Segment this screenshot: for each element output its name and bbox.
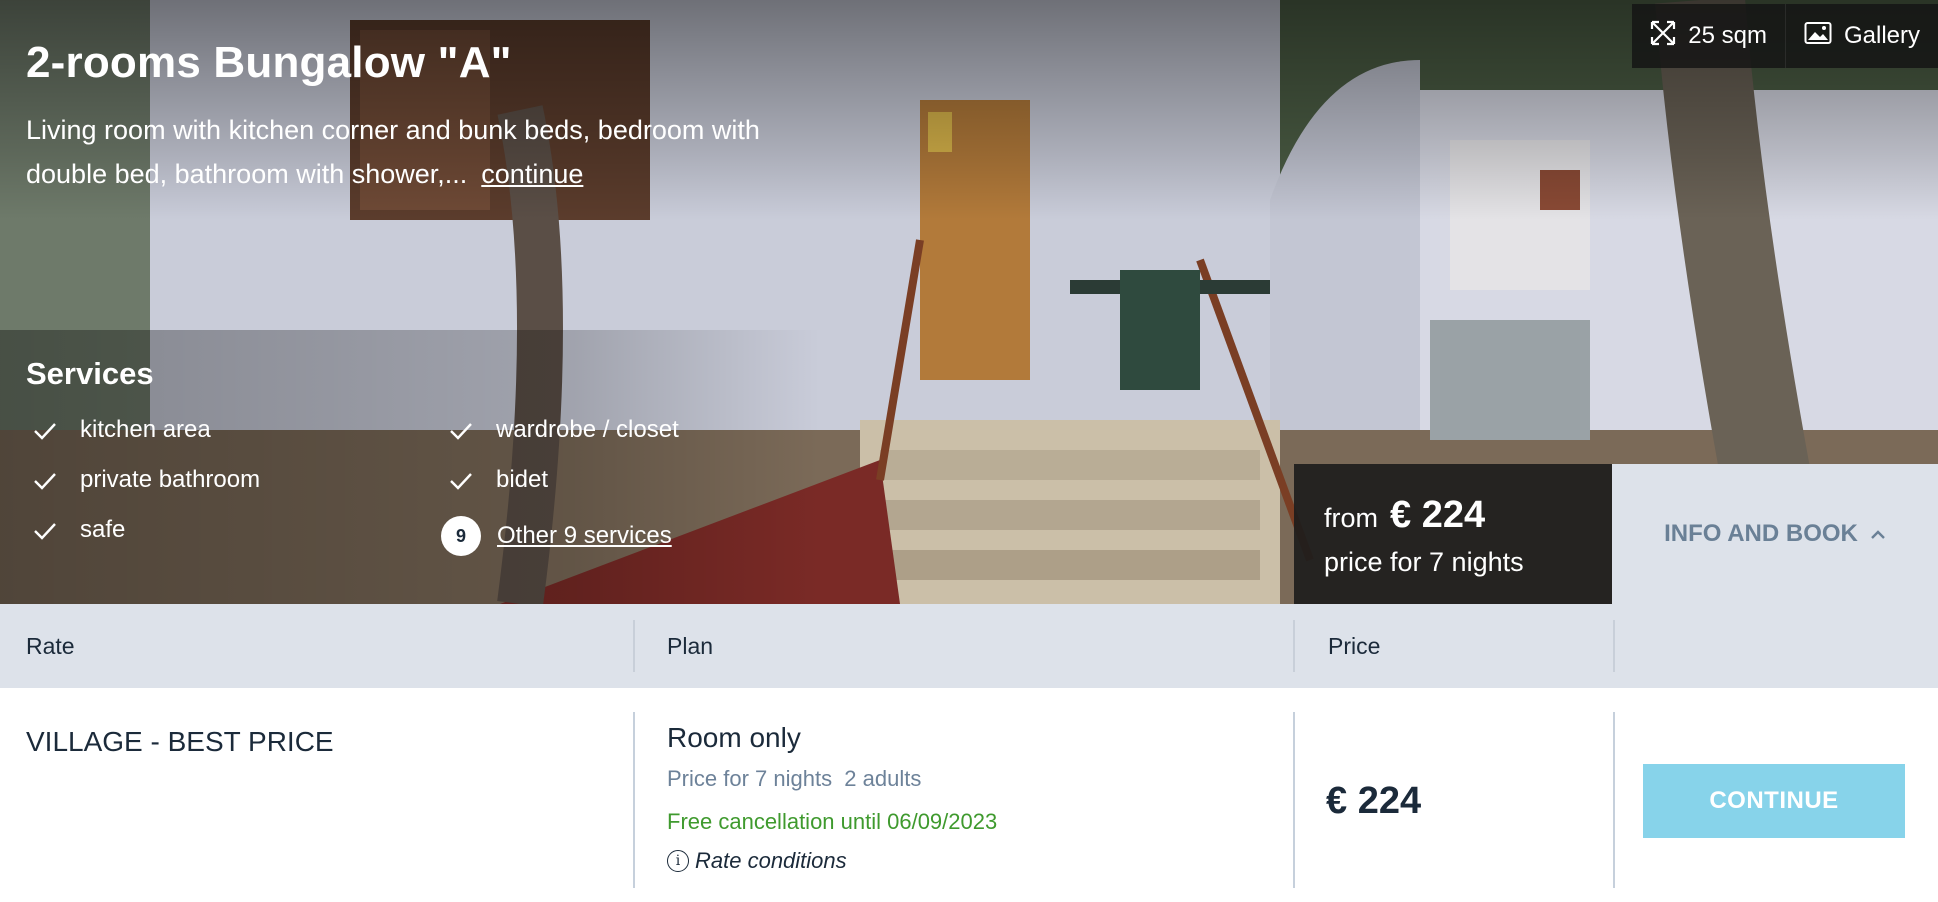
header-rate: Rate <box>26 632 75 659</box>
price-box: from € 224 price for 7 nights <box>1294 464 1612 604</box>
rate-conditions-label: Rate conditions <box>695 848 847 873</box>
price-nights-label: price for 7 nights <box>1324 547 1524 577</box>
price-from: from € 224 <box>1324 494 1582 537</box>
header-divider <box>1613 620 1615 672</box>
rates-table-header: Rate Plan Price <box>0 604 1938 688</box>
other-services[interactable]: 9 Other 9 services <box>441 516 672 556</box>
room-size: 25 sqm <box>1632 4 1785 68</box>
table-row: VILLAGE - BEST PRICE Room only Price for… <box>0 688 1938 902</box>
price-amount: € 224 <box>1390 494 1486 536</box>
plan-details: Price for 7 nights 2 adults <box>667 766 922 791</box>
service-label: private bathroom <box>80 466 261 493</box>
gallery-label: Gallery <box>1843 22 1920 49</box>
room-hero-image[interactable]: 2-rooms Bungalow "A" Living room with ki… <box>0 0 1938 604</box>
info-icon: i <box>667 850 689 872</box>
hero-topbar: 25 sqm Gallery <box>1632 4 1938 68</box>
service-item: safe <box>32 516 125 544</box>
service-item: private bathroom <box>32 466 260 494</box>
room-size-label: 25 sqm <box>1688 22 1767 49</box>
service-item: kitchen area <box>32 416 211 444</box>
services-title: Services <box>26 356 154 391</box>
service-item: wardrobe / closet <box>448 416 679 444</box>
row-divider <box>1293 712 1295 888</box>
room-description: Living room with kitchen corner and bunk… <box>26 108 846 196</box>
row-divider <box>1613 712 1615 888</box>
expand-icon <box>1650 20 1676 53</box>
check-icon <box>32 470 58 490</box>
price-from-label: from <box>1324 503 1378 533</box>
room-title: 2-rooms Bungalow "A" <box>26 38 512 87</box>
rate-conditions-link[interactable]: i Rate conditions <box>667 848 847 874</box>
header-divider <box>633 620 635 672</box>
check-icon <box>448 470 474 490</box>
room-card: 2-rooms Bungalow "A" Living room with ki… <box>0 0 1938 902</box>
service-label: safe <box>80 516 126 543</box>
service-label: wardrobe / closet <box>496 416 679 443</box>
row-price: € 224 <box>1326 780 1422 822</box>
other-services-link[interactable]: Other 9 services <box>497 522 672 550</box>
row-divider <box>633 712 635 888</box>
service-label: bidet <box>496 466 549 493</box>
continue-button[interactable]: CONTINUE <box>1643 764 1905 838</box>
service-label: kitchen area <box>80 416 211 443</box>
header-divider <box>1293 620 1295 672</box>
services-count-badge: 9 <box>441 516 481 556</box>
info-and-book-label: INFO AND BOOK <box>1664 520 1858 547</box>
check-icon <box>448 420 474 440</box>
rate-name: VILLAGE - BEST PRICE <box>26 726 334 757</box>
chevron-up-icon <box>1870 520 1886 548</box>
header-plan: Plan <box>667 632 714 659</box>
info-and-book-button[interactable]: INFO AND BOOK <box>1612 464 1938 604</box>
free-cancellation-text: Free cancellation until 06/09/2023 <box>667 809 998 834</box>
header-price: Price <box>1328 632 1381 659</box>
image-icon <box>1804 21 1832 52</box>
description-continue-link[interactable]: continue <box>481 159 583 189</box>
check-icon <box>32 520 58 540</box>
check-icon <box>32 420 58 440</box>
plan-name: Room only <box>667 722 801 753</box>
service-item: bidet <box>448 466 548 494</box>
gallery-button[interactable]: Gallery <box>1784 4 1938 68</box>
room-description-text: Living room with kitchen corner and bunk… <box>26 115 760 189</box>
